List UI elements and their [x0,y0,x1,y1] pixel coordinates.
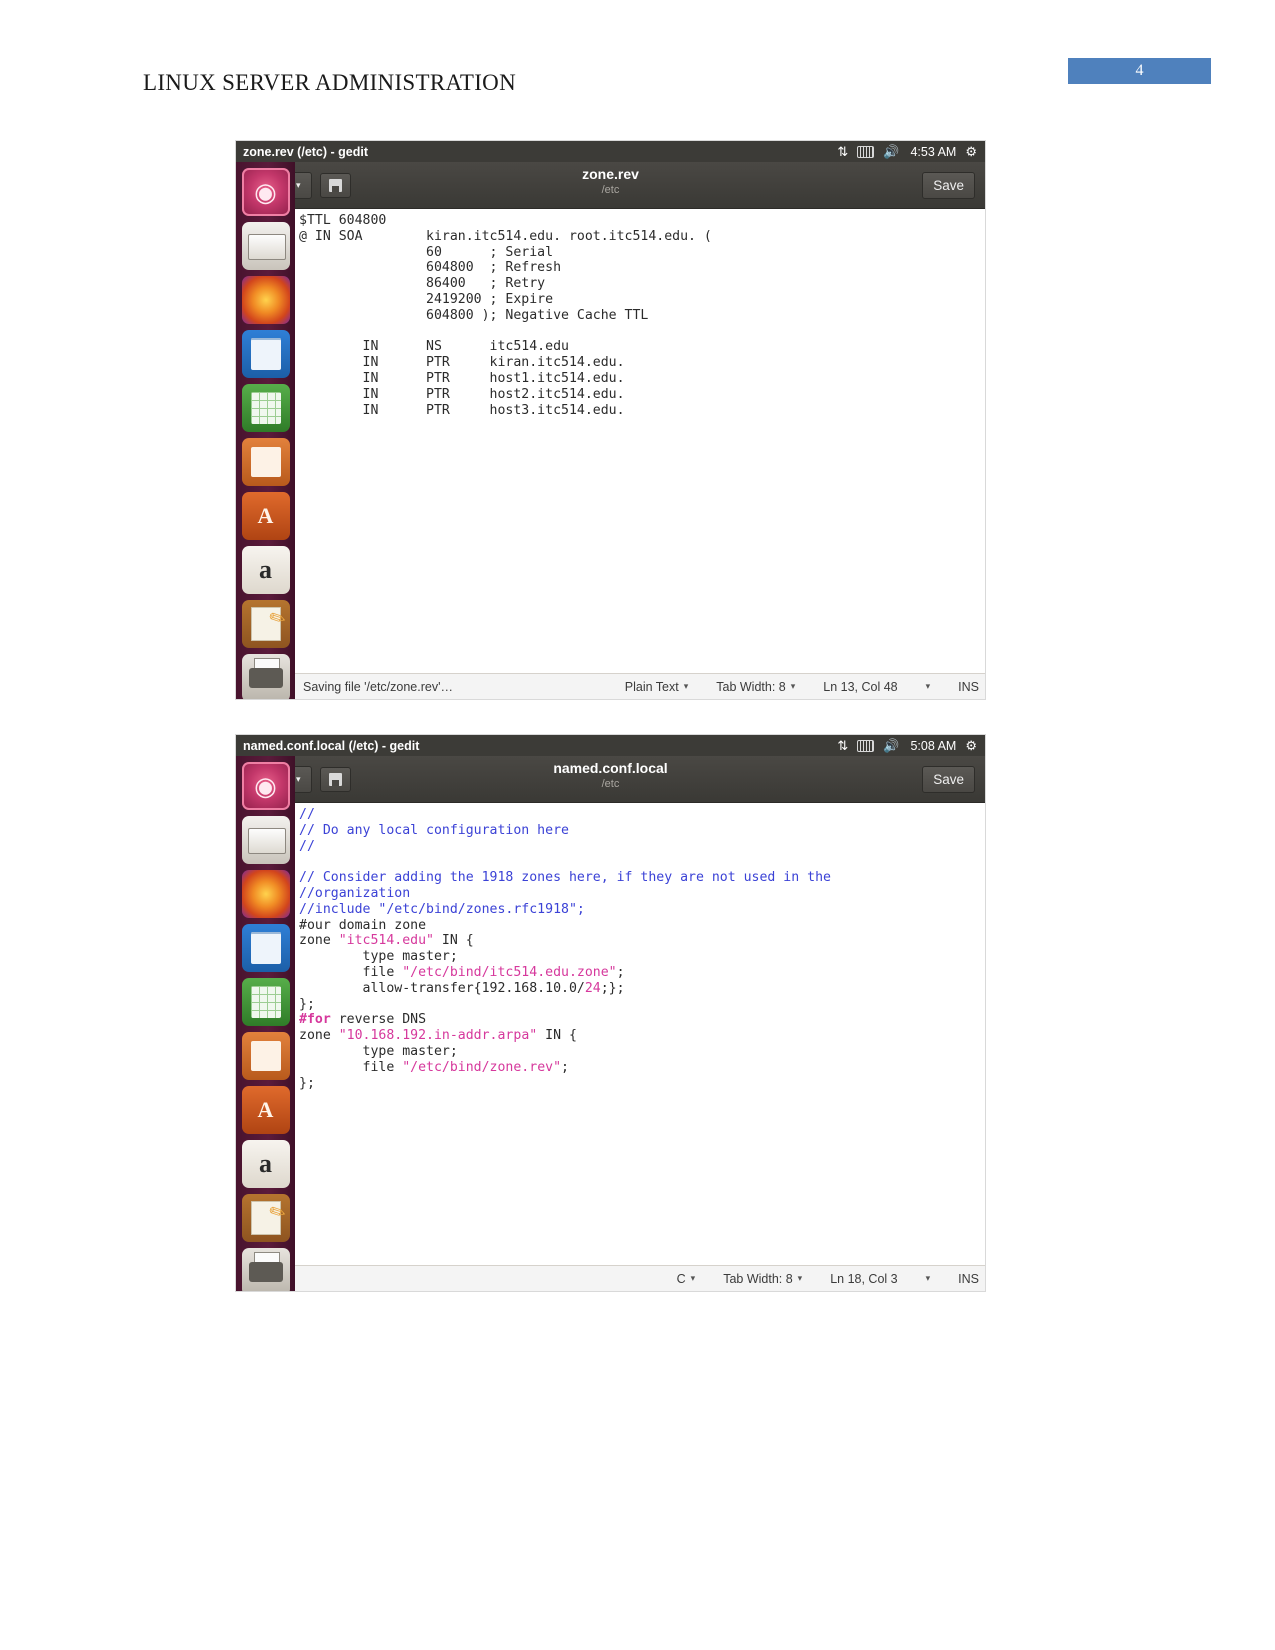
keyboard-icon[interactable] [857,145,875,158]
editor-statusbar: C ▾ Tab Width: 8 ▾ Ln 18, Col 3 ▾ INS [295,1265,985,1291]
amazon-icon[interactable] [241,1140,290,1188]
language-selector[interactable]: C ▾ [663,1272,710,1286]
amazon-icon[interactable] [241,546,290,594]
libreoffice-impress-icon[interactable] [241,438,290,486]
files-nautilus-icon[interactable] [241,816,290,864]
printers-icon[interactable] [241,654,290,699]
statusbar-extra-menu[interactable]: ▾ [912,1273,945,1284]
ubuntu-dash-icon[interactable] [241,168,290,216]
editor-text-area[interactable]: // // Do any local configuration here //… [295,803,985,1265]
firefox-icon[interactable] [241,870,290,918]
tab-width-label: Tab Width: 8 [723,1271,793,1286]
insert-mode-indicator: INS [944,1272,985,1286]
chevron-down-icon: ▾ [690,1273,696,1283]
window-titlebar[interactable]: named.conf.local (/etc) - gedit ⇅ 🔊 5:08… [236,735,985,756]
network-updown-icon[interactable]: ⇅ [837,144,848,160]
unity-launcher[interactable] [236,162,295,699]
save-button[interactable]: Save [922,171,975,199]
save-button-label: Save [933,771,964,787]
libreoffice-calc-icon[interactable] [241,978,290,1026]
printers-icon[interactable] [241,1248,290,1291]
libreoffice-writer-icon[interactable] [241,924,290,972]
statusbar-extra-menu[interactable]: ▾ [912,681,945,692]
insert-mode-indicator: INS [944,680,985,694]
gedit-window-zone-rev[interactable]: zone.rev (/etc) - gedit ⇅ 🔊 4:53 AM ⚙ Op… [236,141,985,699]
libreoffice-writer-icon[interactable] [241,330,290,378]
chevron-down-icon: ▾ [790,681,796,691]
cursor-position-label: Ln 13, Col 48 [823,679,898,694]
tab-width-label: Tab Width: 8 [716,679,786,694]
files-nautilus-icon[interactable] [241,222,290,270]
document-path: /etc [601,184,620,196]
chevron-down-icon: ▾ [296,773,301,784]
keyboard-icon[interactable] [857,739,875,752]
chevron-down-icon: ▾ [797,1273,803,1283]
code-content[interactable]: // // Do any local configuration here //… [295,803,985,1091]
save-document-icon [328,178,342,192]
chevron-down-icon: ▾ [683,681,689,691]
volume-icon[interactable]: 🔊 [883,144,899,160]
ubuntu-dash-icon[interactable] [241,762,290,810]
save-button[interactable]: Save [922,765,975,793]
headerbar-right-group: Save [922,171,985,199]
status-message: Saving file '/etc/zone.rev'… [303,679,453,694]
editor-statusbar: Saving file '/etc/zone.rev'… Plain Text … [295,673,985,699]
ubuntu-software-icon[interactable] [241,1086,290,1134]
unity-launcher[interactable] [236,756,295,1291]
language-label: C [676,1271,686,1286]
document-name: named.conf.local [553,760,668,776]
chevron-down-icon: ▾ [925,1273,931,1283]
firefox-icon[interactable] [241,276,290,324]
code-content[interactable]: $TTL 604800 @ IN SOA kiran.itc514.edu. r… [295,209,985,418]
tab-width-selector[interactable]: Tab Width: 8 ▾ [702,680,809,694]
headerbar-right-group: Save [922,765,985,793]
page-number-badge: 4 [1068,58,1211,84]
language-selector[interactable]: Plain Text ▾ [611,680,703,694]
libreoffice-impress-icon[interactable] [241,1032,290,1080]
editor-text-area[interactable]: $TTL 604800 @ IN SOA kiran.itc514.edu. r… [295,209,985,673]
chevron-down-icon: ▾ [925,681,931,691]
language-label: Plain Text [624,679,679,694]
gedit-headerbar: Open ▾ zone.rev /etc Save [236,162,985,209]
window-title: named.conf.local (/etc) - gedit [243,738,420,753]
chevron-down-icon: ▾ [296,179,301,190]
tab-width-selector[interactable]: Tab Width: 8 ▾ [709,1272,816,1286]
insert-mode-label: INS [958,679,979,694]
cursor-position: Ln 18, Col 3 [816,1272,911,1286]
new-document-button[interactable] [319,172,351,198]
volume-icon[interactable]: 🔊 [883,738,899,754]
gedit-icon[interactable] [241,600,290,648]
system-clock[interactable]: 4:53 AM [910,145,956,159]
page-title: LINUX SERVER ADMINISTRATION [143,70,516,95]
save-button-label: Save [933,177,964,193]
libreoffice-calc-icon[interactable] [241,384,290,432]
insert-mode-label: INS [958,1271,979,1286]
gedit-icon[interactable] [241,1194,290,1242]
ubuntu-software-icon[interactable] [241,492,290,540]
cursor-position-label: Ln 18, Col 3 [830,1271,898,1286]
save-document-icon [328,772,342,786]
gedit-headerbar: Open ▾ named.conf.local /etc Save [236,756,985,803]
document-page: LINUX SERVER ADMINISTRATION 4 zone.rev (… [0,0,1275,1650]
window-titlebar[interactable]: zone.rev (/etc) - gedit ⇅ 🔊 4:53 AM ⚙ [236,141,985,162]
document-name: zone.rev [582,166,639,182]
cursor-position: Ln 13, Col 48 [809,680,911,694]
window-title: zone.rev (/etc) - gedit [243,144,369,159]
system-clock[interactable]: 5:08 AM [910,739,956,753]
gear-icon[interactable]: ⚙ [965,738,977,754]
gear-icon[interactable]: ⚙ [965,144,977,160]
new-document-button[interactable] [319,766,351,792]
gedit-window-named-conf-local[interactable]: named.conf.local (/etc) - gedit ⇅ 🔊 5:08… [236,735,985,1291]
network-updown-icon[interactable]: ⇅ [837,738,848,754]
document-path: /etc [601,778,620,790]
